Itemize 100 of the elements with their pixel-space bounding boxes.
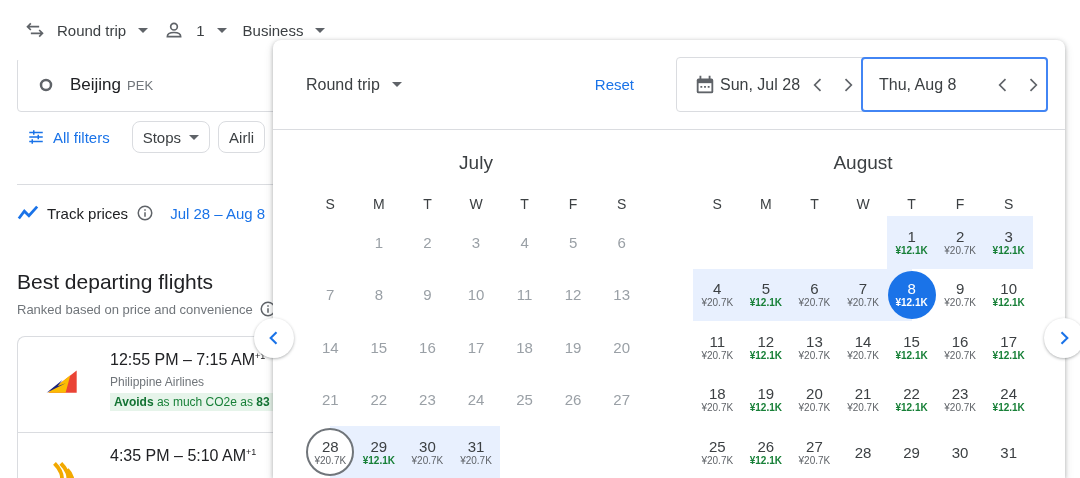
previous-month-button[interactable] [254,318,294,358]
calendar-day[interactable]: 27 ¥20.7K [790,428,839,477]
calendar-day[interactable]: 18 ¥20.7K [693,375,742,424]
calendar-day[interactable]: 3 ¥12.1K [984,218,1033,267]
calendar-day[interactable]: 1 ¥12.1K [887,218,936,267]
calendar-day: 1 [354,218,403,267]
weekday-label: T [422,195,433,214]
calendar-day[interactable]: 12 ¥12.1K [741,323,790,372]
weekday-label: M [759,195,773,214]
calendar-day: 22 [354,375,403,424]
emissions-badge: Avoids as much CO2e as 83 [110,393,273,411]
weekday-label: T [809,195,820,214]
calendar-day: 5 [549,218,598,267]
calendar-day[interactable]: 31 [984,428,1033,477]
person-icon [164,20,185,40]
calendar-day[interactable]: 19 ¥12.1K [741,375,790,424]
calendar-day[interactable]: 23 ¥20.7K [936,375,985,424]
filter-chip[interactable]: Airli [218,121,266,153]
calendar-day[interactable]: 29 ¥12.1K [354,428,403,477]
calendar-day: 24 [452,375,500,424]
calendar-day: 13 [597,270,646,319]
calendar-day[interactable]: 29 [887,428,936,477]
calendar-day: 10 [452,270,500,319]
calendar-day[interactable]: 10 ¥12.1K [984,270,1033,319]
calendar-day: 4 [500,218,549,267]
calendar-day: 20 [597,323,646,372]
calendar-day[interactable]: 9 ¥20.7K [936,270,985,319]
calendar-day: 6 [597,218,646,267]
calendar-day: 16 [403,323,452,372]
next-month-button[interactable] [1044,318,1080,358]
calendar-day[interactable]: 14 ¥20.7K [839,323,887,372]
reset-button[interactable]: Reset [584,66,644,103]
weekday-label: F [954,195,966,214]
calendar-icon [694,73,716,96]
weekday-label: S [324,195,336,214]
weekday-label: M [372,195,386,214]
weekday-label: T [519,195,530,214]
passengers-dropdown[interactable]: 1 [156,12,235,48]
month-title: August [832,152,894,175]
calendar-day[interactable]: 8 ¥12.1K [887,270,936,319]
calendar-day: 3 [452,218,500,267]
calendar-day: 15 [354,323,403,372]
calendar-day[interactable]: 30 ¥20.7K [403,428,452,477]
swap-icon [25,20,45,40]
origin-value: Beijing PEK [70,74,154,95]
calendar-day[interactable]: 15 ¥12.1K [887,323,936,372]
calendar-day: 8 [354,270,403,319]
calendar-day: 14 [306,323,355,372]
calendar-day: 9 [403,270,452,319]
calendar-day[interactable]: 17 ¥12.1K [984,323,1033,372]
calendar-day[interactable]: 26 ¥12.1K [741,428,790,477]
calendar-day: 21 [306,375,355,424]
calendar-day[interactable]: 28 ¥20.7K [306,428,355,477]
month-title: July [458,152,494,175]
calendar-day: 7 [306,270,355,319]
track-prices-label: Track prices [47,204,129,222]
calendar-day[interactable]: 21 ¥20.7K [839,375,887,424]
calendar-day: 26 [549,375,598,424]
info-icon [136,204,155,222]
calendar-day[interactable]: 13 ¥20.7K [790,323,839,372]
airline-name: Philippine Airlines [110,375,206,389]
calendar-day[interactable]: 28 [839,428,887,477]
calendar-day[interactable]: 25 ¥20.7K [693,428,742,477]
calendar-day[interactable]: 20 ¥20.7K [790,375,839,424]
calendar-day: 18 [500,323,549,372]
calendar-day: 2 [403,218,452,267]
section-title: Best departing flights [17,270,215,295]
weekday-label: S [711,195,723,214]
return-date-field[interactable]: Thu, Aug 8 [861,57,1048,112]
calendar-day[interactable]: 22 ¥12.1K [887,375,936,424]
all-filters-button[interactable]: All filters [17,121,124,153]
calendar-day: 11 [500,270,549,319]
calendar-day: 23 [403,375,452,424]
caret-icon [138,27,149,33]
calendar-day: 25 [500,375,549,424]
calendar-day: 12 [549,270,598,319]
calendar-day: 19 [549,323,598,372]
weekday-label: S [616,195,628,214]
date-range-link[interactable]: Jul 28 – Aug 8 [170,204,266,222]
calendar-day[interactable]: 11 ¥20.7K [693,323,742,372]
calendar-day[interactable]: 31 ¥20.7K [452,428,500,477]
calendar-day[interactable]: 30 [936,428,985,477]
calendar-day[interactable]: 16 ¥20.7K [936,323,985,372]
calendar-day[interactable]: 5 ¥12.1K [741,270,790,319]
calendar-day[interactable]: 4 ¥20.7K [693,270,742,319]
calendar-day: 27 [597,375,646,424]
caret-icon [391,82,402,87]
calendar-day[interactable]: 7 ¥20.7K [839,270,887,319]
filter-chip[interactable]: Stops [131,121,211,153]
weekday-label: S [1003,195,1015,214]
calendar-day[interactable]: 2 ¥20.7K [936,218,985,267]
trip-type-dropdown[interactable]: Round trip [17,12,157,48]
calendar-day[interactable]: 24 ¥12.1K [984,375,1033,424]
caret-icon [216,27,227,33]
calendar-day: 17 [452,323,500,372]
calendar-day[interactable]: 6 ¥20.7K [790,270,839,319]
trip-type-dropdown[interactable]: Round trip [296,66,412,103]
departure-date-field[interactable]: Sun, Jul 28 [676,57,863,112]
caret-icon [315,27,326,33]
weekday-label: F [567,195,579,214]
